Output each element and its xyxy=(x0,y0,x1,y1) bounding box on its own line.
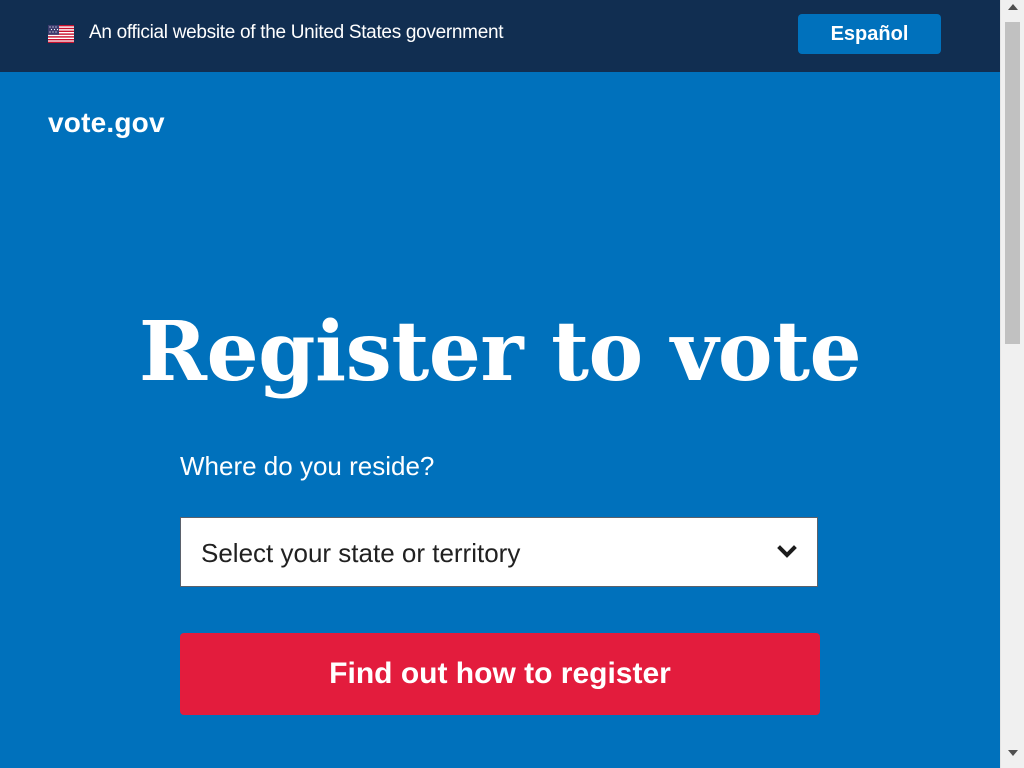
espanol-language-button[interactable]: Español xyxy=(798,14,941,54)
site-logo[interactable]: vote.gov xyxy=(48,106,165,140)
reside-label: Where do you reside? xyxy=(180,451,435,481)
chevron-down-icon xyxy=(777,545,797,558)
us-flag-icon xyxy=(48,25,74,43)
gov-banner: An official website of the United States… xyxy=(0,0,1000,72)
state-select[interactable]: Select your state or territory xyxy=(180,517,818,587)
find-out-how-to-register-button[interactable]: Find out how to register xyxy=(180,633,820,715)
scroll-down-arrow-icon[interactable] xyxy=(1008,750,1018,756)
state-select-value: Select your state or territory xyxy=(201,538,521,568)
scroll-up-arrow-icon[interactable] xyxy=(1008,4,1018,10)
page-title: Register to vote xyxy=(138,304,862,400)
vertical-scrollbar[interactable] xyxy=(1000,0,1024,768)
official-website-text: An official website of the United States… xyxy=(89,22,504,43)
page: An official website of the United States… xyxy=(0,0,1024,768)
scrollbar-thumb[interactable] xyxy=(1005,22,1020,344)
